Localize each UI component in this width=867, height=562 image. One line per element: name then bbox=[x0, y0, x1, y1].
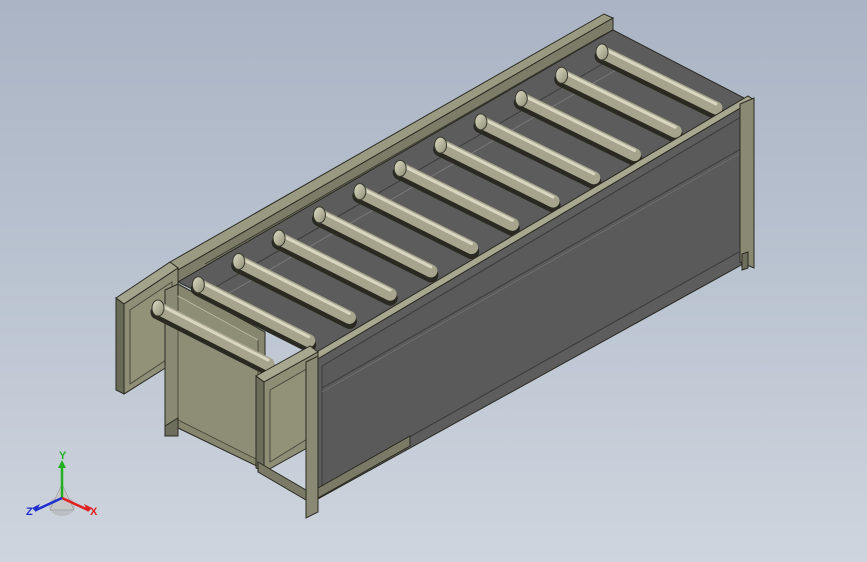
z-axis-label: Z bbox=[26, 506, 33, 518]
y-axis-label: Y bbox=[59, 450, 67, 462]
roller-conveyor-model[interactable] bbox=[0, 0, 867, 562]
x-axis-label: X bbox=[90, 506, 98, 518]
axis-triad[interactable]: Y X Z bbox=[22, 448, 102, 528]
cad-viewport[interactable]: Y X Z bbox=[0, 0, 867, 562]
